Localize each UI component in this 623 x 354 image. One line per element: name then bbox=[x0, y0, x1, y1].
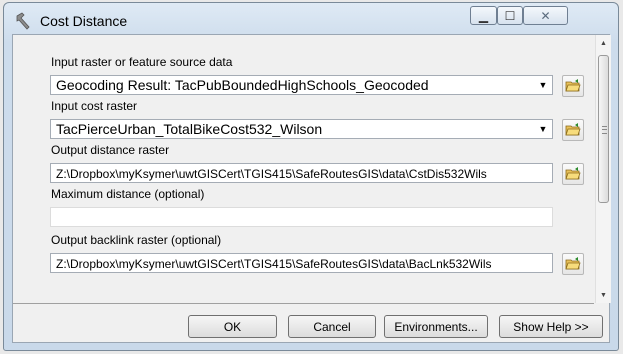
input-source-combobox[interactable]: Geocoding Result: TacPubBoundedHighSchoo… bbox=[50, 75, 553, 95]
input-source-label: Input raster or feature source data bbox=[51, 55, 233, 69]
maximize-button[interactable]: ☐ bbox=[497, 6, 523, 25]
close-button[interactable]: ✕ bbox=[523, 6, 568, 25]
output-distance-value: Z:\Dropbox\myKsymer\uwtGISCert\TGIS415\S… bbox=[56, 167, 487, 181]
browse-input-source-button[interactable] bbox=[562, 75, 584, 97]
browse-output-backlink-button[interactable] bbox=[562, 253, 584, 275]
cost-raster-value: TacPierceUrban_TotalBikeCost532_Wilson bbox=[56, 121, 323, 137]
max-distance-input[interactable] bbox=[50, 207, 553, 227]
cancel-button[interactable]: Cancel bbox=[288, 315, 376, 338]
ok-button[interactable]: OK bbox=[188, 315, 277, 338]
chevron-down-icon[interactable]: ▼ bbox=[536, 78, 550, 92]
output-distance-input[interactable]: Z:\Dropbox\myKsymer\uwtGISCert\TGIS415\S… bbox=[50, 163, 553, 183]
maximize-icon: ☐ bbox=[504, 8, 516, 23]
scrollbar-thumb[interactable] bbox=[598, 55, 609, 203]
environments-button[interactable]: Environments... bbox=[384, 315, 488, 338]
scroll-up-arrow-icon[interactable]: ▲ bbox=[596, 35, 611, 51]
cost-raster-label: Input cost raster bbox=[51, 99, 138, 113]
cost-raster-combobox[interactable]: TacPierceUrban_TotalBikeCost532_Wilson ▼ bbox=[50, 119, 553, 139]
parameters-panel: Input raster or feature source data Geoc… bbox=[13, 35, 594, 304]
output-distance-label: Output distance raster bbox=[51, 143, 170, 157]
browse-output-distance-button[interactable] bbox=[562, 163, 584, 185]
output-backlink-value: Z:\Dropbox\myKsymer\uwtGISCert\TGIS415\S… bbox=[56, 257, 492, 271]
hammer-tool-icon bbox=[14, 12, 32, 30]
browse-cost-raster-button[interactable] bbox=[562, 119, 584, 141]
dialog-body: Input raster or feature source data Geoc… bbox=[12, 34, 611, 343]
max-distance-label: Maximum distance (optional) bbox=[51, 187, 205, 201]
dialog-window: Cost Distance ▁ ☐ ✕ Input raster or feat… bbox=[3, 2, 619, 351]
scrollbar-grip-icon bbox=[602, 126, 607, 134]
close-icon: ✕ bbox=[540, 8, 551, 23]
minimize-button[interactable]: ▁ bbox=[470, 6, 497, 25]
window-title: Cost Distance bbox=[40, 13, 128, 29]
minimize-icon: ▁ bbox=[478, 8, 489, 23]
input-source-value: Geocoding Result: TacPubBoundedHighSchoo… bbox=[56, 77, 429, 93]
title-bar: Cost Distance ▁ ☐ ✕ bbox=[4, 3, 618, 37]
vertical-scrollbar[interactable]: ▲ ▼ bbox=[595, 35, 611, 303]
chevron-down-icon[interactable]: ▼ bbox=[536, 122, 550, 136]
show-help-button[interactable]: Show Help >> bbox=[499, 315, 603, 338]
output-backlink-label: Output backlink raster (optional) bbox=[51, 233, 222, 247]
scroll-down-arrow-icon[interactable]: ▼ bbox=[596, 287, 611, 303]
output-backlink-input[interactable]: Z:\Dropbox\myKsymer\uwtGISCert\TGIS415\S… bbox=[50, 253, 553, 273]
